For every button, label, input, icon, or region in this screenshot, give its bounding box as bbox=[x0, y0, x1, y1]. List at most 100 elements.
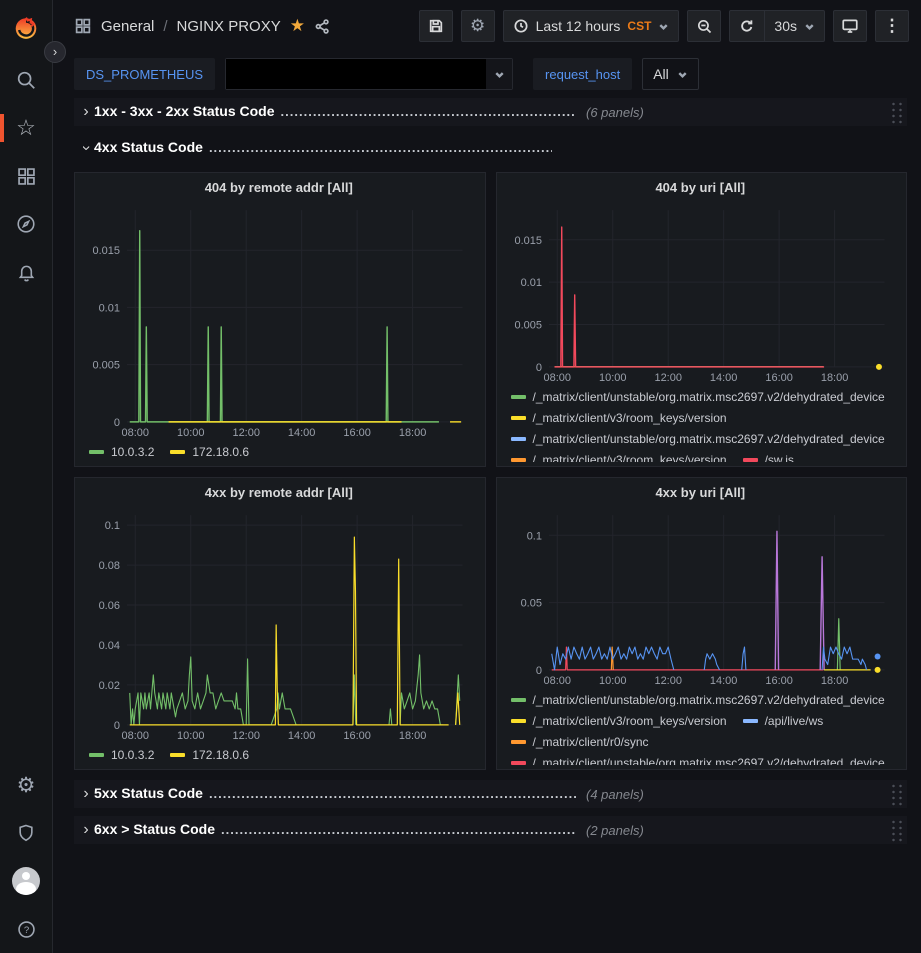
row-1xx-3xx-2xx[interactable]: › 1xx - 3xx - 2xx Status Code ..........… bbox=[74, 98, 907, 126]
legend-item[interactable]: /_matrix/client/unstable/org.matrix.msc2… bbox=[511, 386, 885, 407]
legend-item[interactable]: /_matrix/client/unstable/org.matrix.msc2… bbox=[511, 752, 885, 765]
legend-label: /_matrix/client/unstable/org.matrix.msc2… bbox=[533, 432, 885, 446]
drag-grip[interactable] bbox=[889, 782, 903, 806]
sidebar-item-server-admin[interactable] bbox=[0, 809, 53, 857]
cycle-view-mode-button[interactable] bbox=[833, 10, 867, 42]
timeseries-chart[interactable]: 08:0010:0012:0014:0016:0018:0000.0050.01… bbox=[505, 202, 897, 386]
svg-text:08:00: 08:00 bbox=[122, 730, 149, 742]
panel-legend: 10.0.3.2 172.18.0.6 bbox=[83, 441, 475, 462]
sidebar-item-profile[interactable] bbox=[0, 857, 53, 905]
legend-label: /_matrix/client/v3/room_keys/version bbox=[533, 453, 727, 463]
grafana-logo-icon bbox=[13, 15, 39, 41]
favorite-star-icon[interactable]: ★ bbox=[290, 16, 305, 36]
sidebar-item-help[interactable]: ? bbox=[0, 905, 53, 953]
settings-gear-icon: ⚙ bbox=[17, 773, 36, 798]
legend-item[interactable]: /api/live/ws bbox=[743, 710, 824, 731]
legend-item[interactable]: 172.18.0.6 bbox=[170, 744, 249, 765]
svg-text:0.1: 0.1 bbox=[526, 530, 541, 542]
legend-item[interactable]: 10.0.3.2 bbox=[89, 744, 154, 765]
row-leader-dots: ........................................… bbox=[209, 786, 576, 801]
legend-swatch bbox=[743, 458, 758, 462]
legend-item[interactable]: /_matrix/client/r0/sync bbox=[511, 731, 649, 752]
submenu-variables: DS_PROMETHEUS request_host All bbox=[53, 52, 921, 96]
sidebar-item-starred[interactable]: ☆ bbox=[0, 104, 53, 152]
star-icon: ☆ bbox=[16, 117, 36, 139]
timeseries-chart[interactable]: 08:0010:0012:0014:0016:0018:0000.050.1 bbox=[505, 507, 897, 689]
panel-legend: /_matrix/client/unstable/org.matrix.msc2… bbox=[505, 386, 897, 462]
drag-grip[interactable] bbox=[889, 818, 903, 842]
legend-item[interactable]: /sw.js bbox=[743, 449, 794, 462]
drag-grip[interactable] bbox=[889, 100, 903, 124]
svg-text:0.005: 0.005 bbox=[92, 360, 119, 372]
save-dashboard-button[interactable] bbox=[419, 10, 453, 42]
sidebar-item-configuration[interactable]: ⚙ bbox=[0, 761, 53, 809]
panel-title[interactable]: 4xx by remote addr [All] bbox=[83, 485, 475, 507]
time-range-button[interactable]: Last 12 hours CST bbox=[504, 11, 679, 41]
svg-text:0: 0 bbox=[114, 720, 120, 732]
svg-text:0.04: 0.04 bbox=[99, 640, 120, 652]
chevron-down-icon: › bbox=[78, 140, 95, 156]
timeseries-chart[interactable]: 08:0010:0012:0014:0016:0018:0000.020.040… bbox=[83, 507, 475, 744]
legend-label: 10.0.3.2 bbox=[111, 748, 154, 762]
svg-text:10:00: 10:00 bbox=[599, 675, 626, 687]
row-panel-count: (4 panels) bbox=[586, 787, 644, 802]
request-host-select[interactable]: All bbox=[642, 58, 699, 90]
breadcrumb: General / NGINX PROXY ★ bbox=[74, 16, 331, 36]
svg-text:16:00: 16:00 bbox=[765, 675, 792, 687]
datasource-select[interactable] bbox=[225, 58, 513, 90]
time-range-label: Last 12 hours bbox=[536, 18, 621, 34]
svg-text:0.1: 0.1 bbox=[105, 520, 120, 532]
request-host-variable-label: request_host bbox=[533, 58, 632, 90]
zoom-out-button[interactable] bbox=[687, 10, 721, 42]
legend-item[interactable]: /_matrix/client/v3/room_keys/version bbox=[511, 710, 727, 731]
panel-legend: 10.0.3.2 172.18.0.6 bbox=[83, 744, 475, 765]
panel-title[interactable]: 4xx by uri [All] bbox=[505, 485, 897, 507]
row-4xx[interactable]: › 4xx Status Code ......................… bbox=[74, 134, 907, 162]
panel-title[interactable]: 404 by remote addr [All] bbox=[83, 180, 475, 202]
alerting-bell-icon bbox=[16, 262, 37, 283]
timeseries-chart[interactable]: 08:0010:0012:0014:0016:0018:0000.0050.01… bbox=[83, 202, 475, 441]
legend-item[interactable]: /_matrix/client/unstable/org.matrix.msc2… bbox=[511, 428, 885, 449]
svg-text:0.005: 0.005 bbox=[514, 320, 541, 332]
refresh-button[interactable] bbox=[730, 11, 764, 41]
legend-item[interactable]: 172.18.0.6 bbox=[170, 441, 249, 462]
row-leader-dots: ........................................… bbox=[221, 822, 576, 837]
more-options-button[interactable]: ⋮ bbox=[875, 10, 909, 42]
row-6xx[interactable]: › 6xx > Status Code ....................… bbox=[74, 816, 907, 844]
save-icon bbox=[428, 18, 444, 34]
dashboards-grid-icon bbox=[16, 166, 37, 187]
dashboard-settings-button[interactable]: ⚙ bbox=[461, 10, 495, 42]
svg-text:14:00: 14:00 bbox=[709, 675, 736, 687]
svg-text:08:00: 08:00 bbox=[543, 675, 570, 687]
sidebar-item-alerting[interactable] bbox=[0, 248, 53, 296]
svg-text:10:00: 10:00 bbox=[599, 372, 626, 384]
chevron-right-icon: › bbox=[78, 821, 94, 839]
panel-title[interactable]: 404 by uri [All] bbox=[505, 180, 897, 202]
chevron-down-icon bbox=[658, 21, 669, 32]
monitor-icon bbox=[841, 17, 859, 35]
sidebar-expand-button[interactable]: › bbox=[44, 41, 66, 63]
svg-text:08:00: 08:00 bbox=[122, 427, 149, 439]
legend-label: 172.18.0.6 bbox=[192, 445, 249, 459]
chevron-right-icon: › bbox=[78, 103, 94, 121]
sidebar-item-dashboards[interactable] bbox=[0, 152, 53, 200]
row-5xx[interactable]: › 5xx Status Code ......................… bbox=[74, 780, 907, 808]
legend-item[interactable]: /_matrix/client/v3/room_keys/version bbox=[511, 449, 727, 462]
legend-item[interactable]: /_matrix/client/unstable/org.matrix.msc2… bbox=[511, 689, 885, 710]
svg-text:16:00: 16:00 bbox=[765, 372, 792, 384]
breadcrumb-section[interactable]: General bbox=[101, 18, 154, 35]
share-icon[interactable] bbox=[314, 18, 331, 35]
chevron-down-icon bbox=[494, 69, 505, 80]
sidebar-item-search[interactable] bbox=[0, 56, 53, 104]
legend-item[interactable]: /_matrix/client/v3/room_keys/version bbox=[511, 407, 727, 428]
explore-compass-icon bbox=[15, 213, 37, 235]
legend-swatch bbox=[511, 740, 526, 744]
page-title[interactable]: NGINX PROXY bbox=[177, 18, 281, 35]
refresh-interval-button[interactable]: 30s bbox=[764, 11, 824, 41]
panel-4xx-by-uri: 4xx by uri [All] 08:0010:0012:0014:0016:… bbox=[496, 477, 908, 770]
panel-404-by-uri: 404 by uri [All] 08:0010:0012:0014:0016:… bbox=[496, 172, 908, 467]
svg-text:18:00: 18:00 bbox=[399, 427, 426, 439]
svg-text:08:00: 08:00 bbox=[543, 372, 570, 384]
sidebar-item-explore[interactable] bbox=[0, 200, 53, 248]
legend-item[interactable]: 10.0.3.2 bbox=[89, 441, 154, 462]
